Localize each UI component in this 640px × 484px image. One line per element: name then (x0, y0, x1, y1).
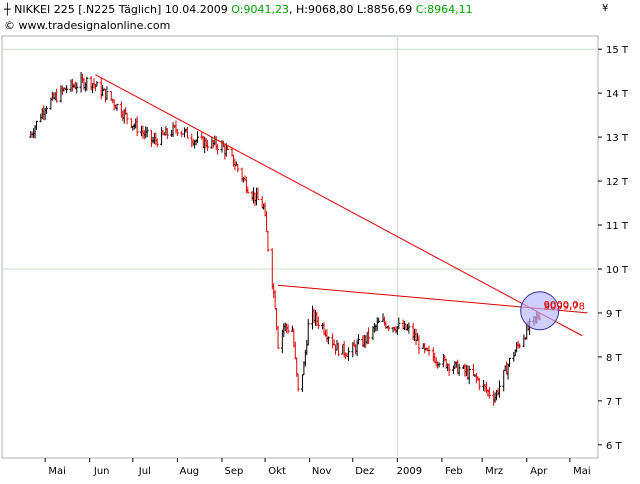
y-tick-label: 8 T (606, 353, 623, 364)
source-label: © www.tradesignalonline.com (4, 19, 171, 32)
y-tick-label: 13 T (606, 133, 629, 144)
low-value: L:8856,69 (356, 3, 413, 16)
x-tick-label: Mai (48, 466, 66, 477)
crosshair-icon: ┼ (4, 3, 11, 16)
x-tick-label: Sep (225, 466, 244, 477)
x-tick-label: Mai (573, 466, 591, 477)
y-tick-label: 12 T (606, 177, 629, 188)
close-value: C:8964,11 (415, 3, 473, 16)
y-tick-label: 6 T (606, 441, 623, 452)
date-label: 10.04.2009 (164, 3, 228, 16)
instrument-label: NIKKEI 225 [.N225 Täglich] (14, 3, 162, 16)
x-tick-label: Okt (268, 466, 286, 477)
x-tick-label: Mrz (485, 466, 503, 477)
open-value: O:9041,23 (231, 3, 289, 16)
chart-svg: Mai Jun Jul Aug Sep Okt Nov Dez 2009 Feb Mrz Apr Mai… (1, 35, 629, 477)
high-value: H:9068,80 (295, 3, 354, 16)
annotation-label: 9099,78 (544, 302, 585, 313)
chart-header: ┼ NIKKEI 225 [.N225 Täglich] 10.04.2009 … (4, 3, 473, 16)
x-tick-label: Nov (312, 466, 332, 477)
x-tick-label: Jul (138, 466, 151, 477)
x-tick-label: Feb (445, 466, 463, 477)
y-tick-label: 7 T (606, 397, 623, 408)
currency-label: ¥ (602, 3, 609, 14)
y-tick-label: 9 T (606, 309, 623, 320)
y-tick-label: 14 T (606, 89, 629, 100)
y-tick-label: 10 T (606, 265, 629, 276)
y-tick-label: 15 T (606, 45, 629, 56)
x-tick-label: 2009 (397, 466, 422, 477)
x-tick-label: Aug (180, 466, 200, 477)
plot-frame (1, 35, 599, 459)
x-tick-label: Apr (530, 466, 548, 477)
y-tick-label: 11 T (606, 221, 629, 232)
chart: Mai Jun Jul Aug Sep Okt Nov Dez 2009 Feb Mrz Apr Mai… (0, 0, 640, 480)
x-tick-label: Dez (355, 466, 374, 477)
x-tick-label: Jun (93, 466, 110, 477)
